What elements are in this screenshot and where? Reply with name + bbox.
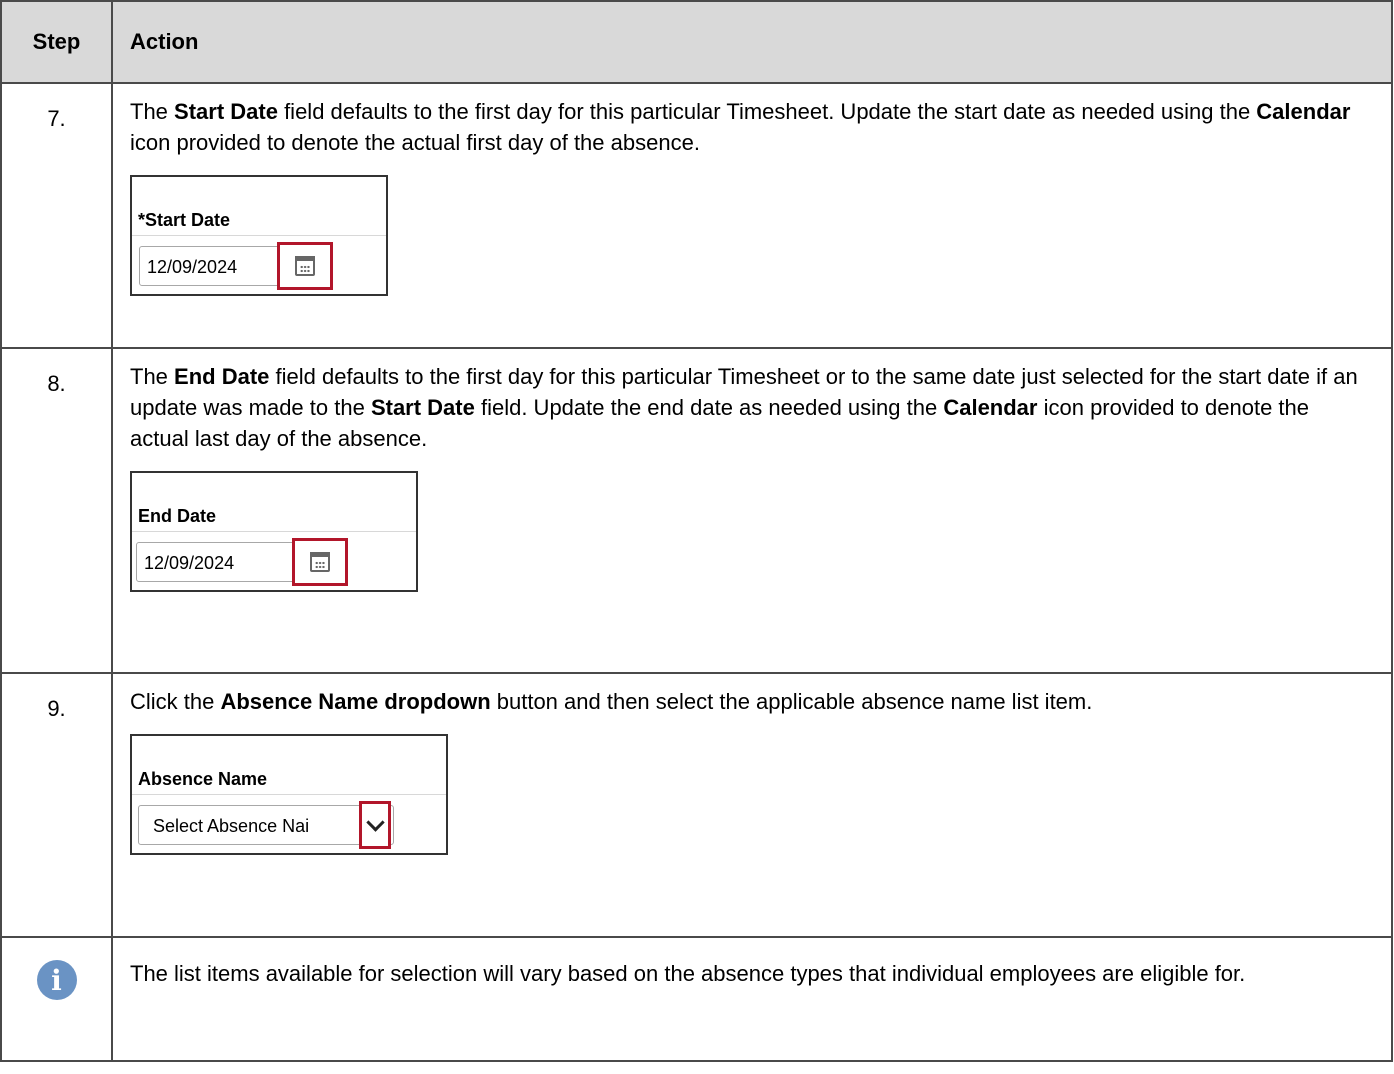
end-date-calendar-button[interactable]	[292, 538, 348, 586]
info-icon-cell: i	[0, 936, 113, 1062]
absence-name-label: Absence Name	[132, 736, 446, 795]
step-number: 7.	[0, 82, 113, 349]
start-date-calendar-button[interactable]	[277, 242, 333, 290]
step-action: The End Date field defaults to the first…	[111, 347, 1393, 674]
table-header-row: Step Action	[0, 0, 1393, 84]
step-number: 9.	[0, 672, 113, 938]
start-date-label: *Start Date	[132, 177, 386, 236]
step-column-header: Step	[0, 0, 113, 84]
end-date-label: End Date	[132, 473, 416, 532]
absence-name-dropdown-button[interactable]	[359, 801, 391, 849]
note-row: i The list items available for selection…	[0, 936, 1393, 1062]
step-instruction: The Start Date field defaults to the fir…	[130, 99, 1351, 155]
step-instruction: Click the Absence Name dropdown button a…	[130, 689, 1093, 714]
absence-name-screenshot: Absence Name Select Absence Nai	[130, 734, 448, 855]
start-date-screenshot: *Start Date 12/09/2024	[130, 175, 388, 296]
action-column-header: Action	[111, 0, 1393, 84]
calendar-icon	[310, 552, 330, 572]
table-row: 8. The End Date field defaults to the fi…	[0, 347, 1393, 674]
chevron-down-icon	[365, 812, 385, 832]
steps-table: Step Action 7. The Start Date field defa…	[0, 0, 1393, 1062]
note-action: The list items available for selection w…	[111, 936, 1393, 1062]
step-action: The Start Date field defaults to the fir…	[111, 82, 1393, 349]
calendar-icon	[295, 256, 315, 276]
info-icon: i	[36, 960, 77, 1000]
step-action: Click the Absence Name dropdown button a…	[111, 672, 1393, 938]
table-row: 7. The Start Date field defaults to the …	[0, 82, 1393, 349]
end-date-screenshot: End Date 12/09/2024	[130, 471, 418, 592]
step-number: 8.	[0, 347, 113, 674]
absence-name-select[interactable]: Select Absence Nai	[138, 805, 394, 845]
table-row: 9. Click the Absence Name dropdown butto…	[0, 672, 1393, 938]
step-instruction: The End Date field defaults to the first…	[130, 364, 1358, 451]
note-text: The list items available for selection w…	[130, 961, 1246, 986]
